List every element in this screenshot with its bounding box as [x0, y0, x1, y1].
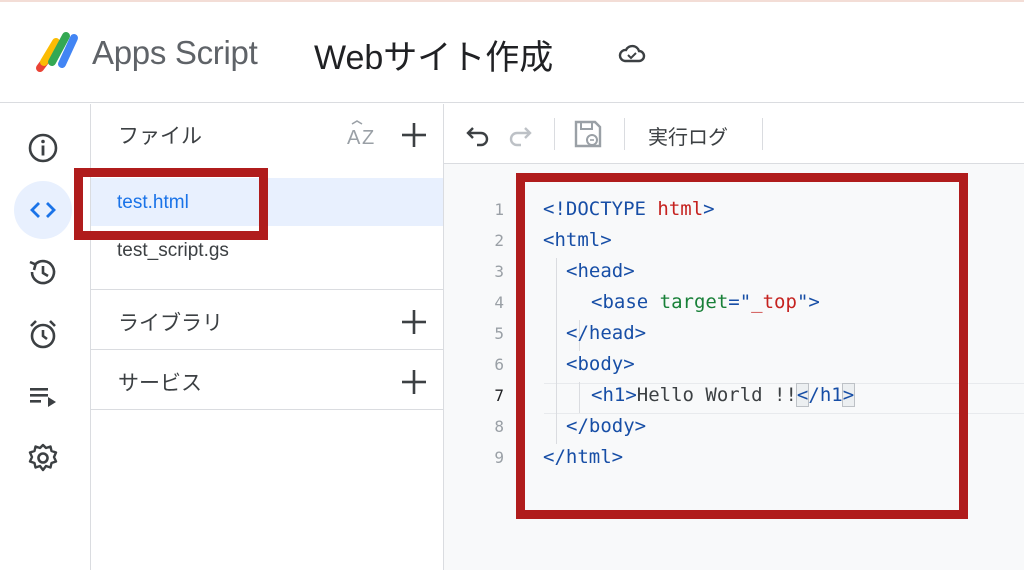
libraries-section: ライブラリ — [91, 289, 443, 349]
app-name: Apps Script — [92, 34, 258, 71]
history-button[interactable] — [14, 243, 72, 301]
info-icon — [28, 133, 58, 163]
overview-button[interactable] — [14, 119, 72, 177]
files-title: ファイル — [118, 125, 202, 148]
file-name: test_script.gs — [117, 240, 229, 261]
line-number: 8 — [494, 417, 504, 436]
redo-icon[interactable] — [506, 120, 534, 148]
line-number: 7 — [494, 386, 504, 405]
line-number: 6 — [494, 355, 504, 374]
executions-button[interactable] — [14, 367, 72, 425]
add-service-icon[interactable] — [400, 368, 428, 396]
highlight-box-file — [74, 168, 268, 240]
project-title[interactable]: Webサイト作成 — [314, 30, 553, 79]
save-icon[interactable] — [572, 118, 604, 150]
code-icon — [30, 202, 56, 218]
app-header: Apps Script Webサイト作成 — [0, 2, 1024, 103]
add-file-icon[interactable] — [400, 121, 428, 149]
settings-icon — [28, 443, 58, 472]
line-number: 4 — [494, 293, 504, 312]
files-header: ファイル A Z — [91, 104, 443, 164]
line-number: 5 — [494, 324, 504, 343]
services-label: サービス — [118, 372, 202, 395]
svg-text:A: A — [347, 127, 361, 149]
sort-az-icon[interactable]: A Z — [346, 120, 380, 150]
executions-icon — [30, 388, 56, 407]
project-settings-button[interactable] — [14, 429, 72, 487]
history-icon — [29, 259, 56, 285]
run-log-button[interactable]: 実行ログ — [648, 121, 728, 150]
section-divider — [91, 409, 443, 410]
line-number: 3 — [494, 262, 504, 281]
svg-text:Z: Z — [362, 127, 374, 149]
line-number: 1 — [494, 200, 504, 219]
toolbar-divider — [554, 118, 555, 150]
line-number: 9 — [494, 448, 504, 467]
toolbar-divider — [624, 118, 625, 150]
alarm-icon — [30, 320, 56, 349]
line-number: 2 — [494, 231, 504, 250]
toolbar-divider — [762, 118, 763, 150]
apps-script-logo — [36, 32, 78, 72]
libraries-label: ライブラリ — [118, 312, 223, 335]
editor-button[interactable] — [14, 181, 72, 239]
highlight-box-code — [516, 173, 968, 519]
editor-toolbar: 実行ログ — [444, 104, 1024, 164]
cloud-saved-icon[interactable] — [618, 42, 646, 66]
add-library-icon[interactable] — [400, 308, 428, 336]
triggers-button[interactable] — [14, 305, 72, 363]
undo-icon[interactable] — [464, 120, 492, 148]
services-section: サービス — [91, 349, 443, 409]
